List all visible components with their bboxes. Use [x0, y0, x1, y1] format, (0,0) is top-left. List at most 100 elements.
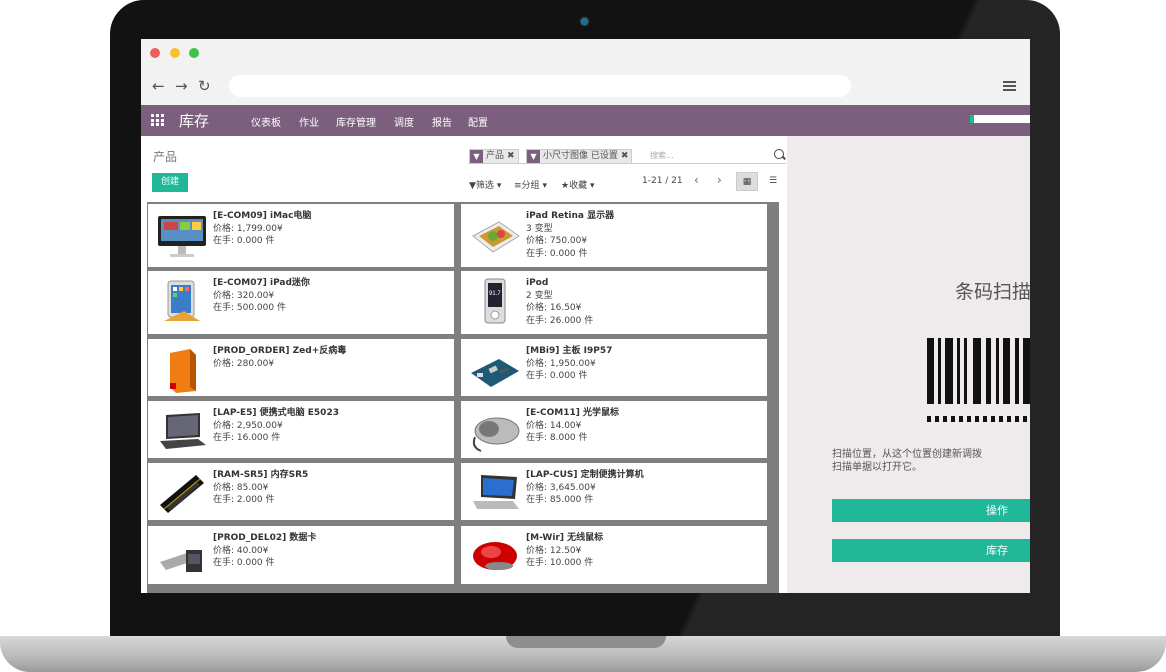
product-detail-line: 价格: 40.00¥	[213, 545, 269, 556]
app-title: 库存	[179, 112, 210, 130]
product-detail-line: 价格: 2,950.00¥	[213, 420, 283, 431]
product-detail-line: 价格: 280.00¥	[213, 358, 275, 369]
operations-button[interactable]: 操作	[832, 499, 1030, 522]
product-card[interactable]: [LAP-E5] 便携式电脑 E5023 价格: 2,950.00¥ 在手: 16.…	[148, 401, 454, 458]
laptop-screen: ← → ↻ 库存 仪表板 作业 库存管理 调度 报告 配置 产品 创建 ▼ 产品 ✖…	[141, 39, 1030, 593]
caret-down-icon: ▾	[589, 181, 595, 191]
menu-inventory-control[interactable]: 库存管理	[336, 114, 376, 129]
product-title: [E-COM09] iMac电脑	[213, 211, 312, 221]
product-title: [PROD_ORDER] Zed+反病毒	[213, 346, 347, 356]
product-title: iPad Retina 显示器	[526, 211, 615, 221]
product-detail-line: 价格: 85.00¥	[213, 482, 269, 493]
favorites-dropdown[interactable]: ★收藏 ▾	[561, 178, 595, 191]
filter-icon: ▼	[527, 150, 540, 163]
search-input[interactable]: 搜索...	[650, 150, 674, 161]
search-facet[interactable]: ▼ 产品 ✖	[469, 149, 519, 164]
product-details: [RAM-SR5] 内存SR5 价格: 85.00¥ 在手: 2.000 件	[213, 469, 308, 507]
facet-label: 小尺寸图像 已设置	[543, 151, 618, 161]
product-card[interactable]: iPad Retina 显示器 3 变型 价格: 750.00¥ 在手: 0.000 …	[461, 204, 767, 267]
search-icon[interactable]	[774, 149, 784, 159]
list-view-button[interactable]: ☰	[762, 172, 784, 191]
filter-dropdown[interactable]: ▼筛选 ▾	[469, 178, 501, 191]
arrow-left-icon[interactable]: ←	[152, 79, 165, 94]
product-card[interactable]: [E-COM07] iPad迷你 价格: 320.00¥ 在手: 500.000 件	[148, 271, 454, 334]
chevron-left-icon[interactable]: ‹	[694, 173, 699, 187]
product-details: [LAP-CUS] 定制便携计算机 价格: 3,645.00¥ 在手: 85.000…	[526, 469, 644, 507]
product-title: iPod	[526, 278, 549, 288]
product-detail-line: 3 变型	[526, 223, 553, 234]
description-line: 扫描位置，从这个位置创建新调拨	[832, 449, 982, 460]
search-facet[interactable]: ▼ 小尺寸图像 已设置 ✖	[526, 149, 633, 164]
address-bar[interactable]	[229, 75, 851, 97]
main-navbar: 库存 仪表板 作业 库存管理 调度 报告 配置	[141, 105, 1030, 136]
chevron-right-icon[interactable]: ›	[717, 173, 722, 187]
create-button[interactable]: 创建	[152, 173, 188, 192]
product-details: [PROD_ORDER] Zed+反病毒 价格: 280.00¥	[213, 345, 346, 370]
product-details: [E-COM07] iPad迷你 价格: 320.00¥ 在手: 500.000 件	[213, 277, 310, 315]
menu-dashboard[interactable]: 仪表板	[251, 114, 281, 129]
product-card[interactable]: [PROD_DEL02] 数据卡 价格: 40.00¥ 在手: 0.000 件	[148, 526, 454, 584]
product-detail-line: 价格: 1,799.00¥	[213, 223, 283, 234]
kanban-view-button[interactable]: ▦	[736, 172, 758, 191]
product-title: [E-COM11] 光学鼠标	[526, 408, 619, 418]
product-detail-line: 2 变型	[526, 290, 553, 301]
user-menu[interactable]	[970, 115, 1030, 123]
product-card[interactable]: [E-COM09] iMac电脑 价格: 1,799.00¥ 在手: 0.000 件	[148, 204, 454, 267]
remove-facet-icon[interactable]: ✖	[507, 151, 515, 161]
reload-icon[interactable]: ↻	[198, 79, 211, 94]
barcode-title: 条码扫描	[955, 281, 1030, 303]
product-title: [E-COM07] iPad迷你	[213, 278, 310, 288]
menu-operations[interactable]: 作业	[299, 114, 319, 129]
description-line: 扫描单据以打开它。	[832, 462, 922, 473]
product-detail-line: 在手: 8.000 件	[526, 433, 588, 444]
filter-label: 筛选	[475, 181, 494, 191]
ipad-retina-image	[469, 210, 521, 260]
hamburger-icon[interactable]	[1003, 81, 1016, 91]
product-card[interactable]: [RAM-SR5] 内存SR5 价格: 85.00¥ 在手: 2.000 件	[148, 463, 454, 520]
product-card[interactable]: [MBi9] 主板 I9P57 价格: 1,950.00¥ 在手: 0.000 件	[461, 339, 767, 396]
product-detail-line: 在手: 85.000 件	[526, 495, 594, 506]
product-detail-line: 价格: 750.00¥	[526, 236, 588, 247]
inventory-button[interactable]: 库存	[832, 539, 1030, 562]
menu-configuration[interactable]: 配置	[468, 114, 488, 129]
funnel-icon: ▼	[469, 181, 476, 191]
product-card[interactable]: [M-Wir] 无线鼠标 价格: 12.50¥ 在手: 10.000 件	[461, 526, 767, 584]
ram-image	[156, 469, 208, 519]
product-title: [LAP-CUS] 定制便携计算机	[526, 470, 644, 480]
product-card[interactable]: [E-COM11] 光学鼠标 价格: 14.00¥ 在手: 8.000 件	[461, 401, 767, 458]
product-title: [PROD_DEL02] 数据卡	[213, 533, 317, 543]
product-title: [M-Wir] 无线鼠标	[526, 533, 604, 543]
minimize-window-button[interactable]	[170, 48, 180, 58]
product-detail-line: 价格: 1,950.00¥	[526, 358, 596, 369]
close-window-button[interactable]	[150, 48, 160, 58]
caret-down-icon: ▾	[496, 181, 502, 191]
apps-grid-icon[interactable]	[151, 114, 164, 126]
webcam-icon	[581, 18, 588, 25]
star-icon: ★	[561, 181, 570, 191]
menu-scheduling[interactable]: 调度	[394, 114, 414, 129]
product-detail-line: 价格: 16.50¥	[526, 303, 582, 314]
product-detail-line: 价格: 320.00¥	[213, 290, 275, 301]
data-card-image	[156, 532, 208, 582]
product-details: [E-COM09] iMac电脑 价格: 1,799.00¥ 在手: 0.000 件	[213, 210, 311, 248]
software-box-image	[156, 345, 208, 395]
menu-reporting[interactable]: 报告	[432, 114, 452, 129]
product-details: iPod 2 变型 价格: 16.50¥ 在手: 26.000 件	[526, 277, 593, 327]
arrow-right-icon[interactable]: →	[175, 79, 188, 94]
ipod-image: 91.7	[469, 277, 521, 327]
product-card[interactable]: [PROD_ORDER] Zed+反病毒 价格: 280.00¥	[148, 339, 454, 396]
pager-value[interactable]: 1-21 / 21	[642, 176, 683, 186]
product-detail-line: 在手: 500.000 件	[213, 303, 286, 314]
product-detail-line: 在手: 16.000 件	[213, 433, 281, 444]
product-detail-line: 在手: 0.000 件	[526, 371, 588, 382]
product-detail-line: 在手: 0.000 件	[213, 558, 275, 569]
remove-facet-icon[interactable]: ✖	[621, 151, 629, 161]
product-details: [LAP-E5] 便携式电脑 E5023 价格: 2,950.00¥ 在手: 16.…	[213, 407, 339, 445]
group-by-dropdown[interactable]: ≡分组 ▾	[514, 178, 547, 191]
product-card[interactable]: [LAP-CUS] 定制便携计算机 价格: 3,645.00¥ 在手: 85.000…	[461, 463, 767, 520]
product-details: [E-COM11] 光学鼠标 价格: 14.00¥ 在手: 8.000 件	[526, 407, 619, 445]
maximize-window-button[interactable]	[189, 48, 199, 58]
product-card[interactable]: 91.7 iPod 2 变型 价格: 16.50¥ 在手: 26.000 件	[461, 271, 767, 334]
barcode-icon	[927, 338, 1030, 422]
barcode-panel: 条码扫描 扫描位置，从这个位置创建新调拨 扫描单据以打开它。 操作 库存	[787, 136, 1030, 593]
